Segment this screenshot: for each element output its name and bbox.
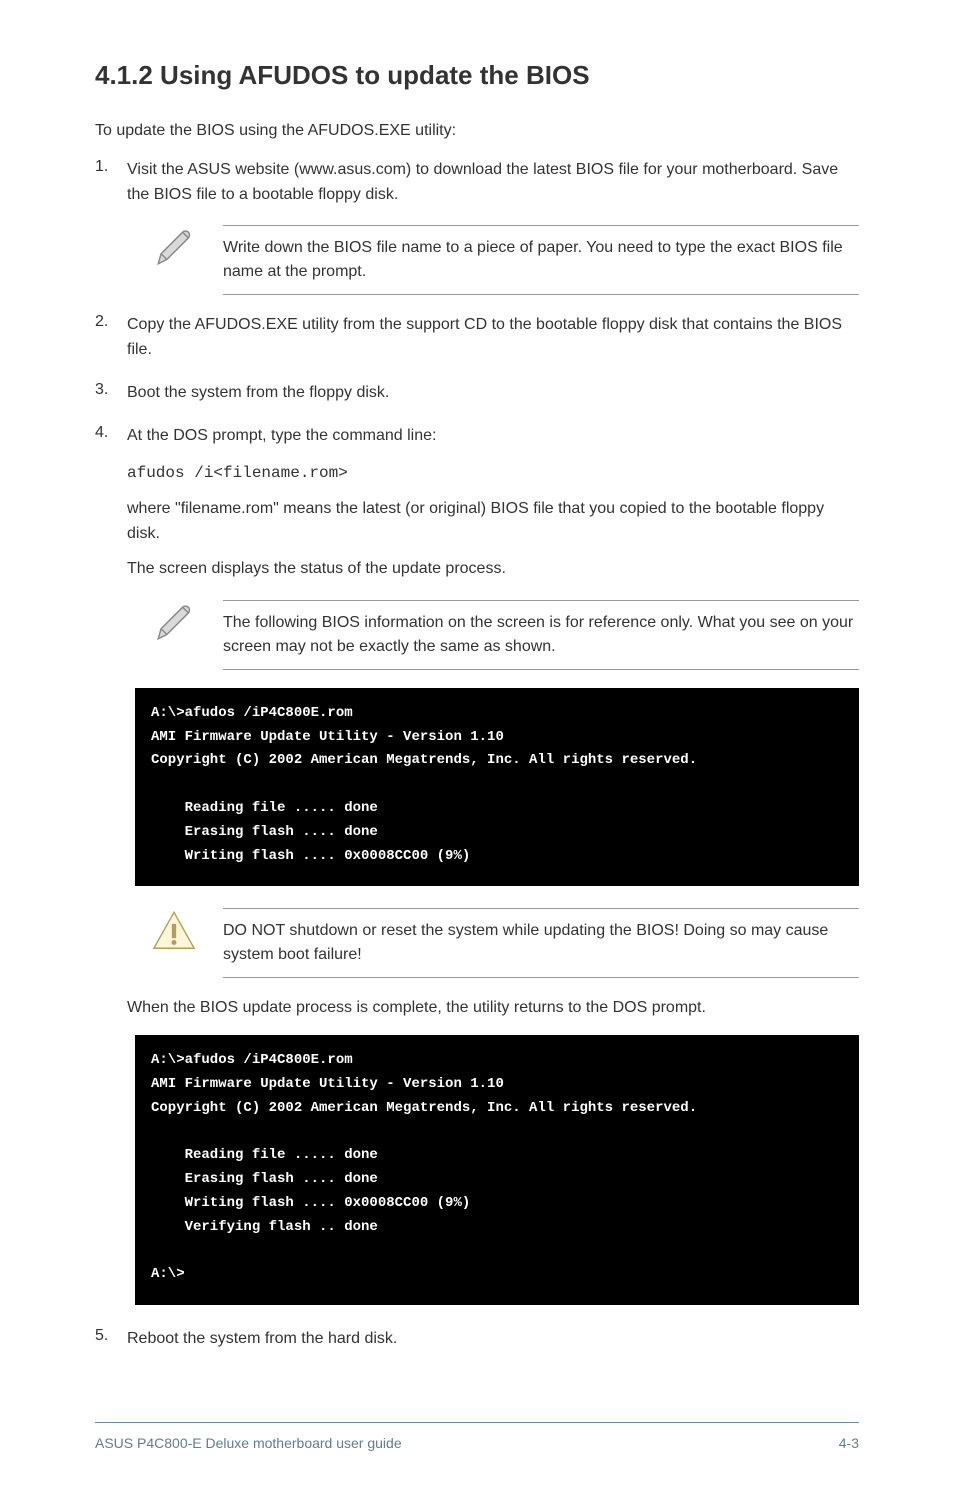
intro-text: To update the BIOS using the AFUDOS.EXE … (95, 119, 859, 144)
step-text: Visit the ASUS website (www.asus.com) to… (127, 158, 859, 208)
terminal-output-1: A:\>afudos /iP4C800E.rom AMI Firmware Up… (135, 688, 859, 887)
command-note: The screen displays the status of the up… (127, 557, 859, 582)
command-explanation: where "filename.rom" means the latest (o… (127, 497, 859, 547)
step-text-inner: At the DOS prompt, type the command line… (127, 427, 436, 444)
step-number: 1. (95, 158, 115, 208)
page-footer: ASUS P4C800-E Deluxe motherboard user gu… (95, 1422, 859, 1451)
step-text: Reboot the system from the hard disk. (127, 1327, 397, 1352)
warning-triangle-icon (151, 908, 197, 954)
footer-right: 4-3 (839, 1435, 859, 1451)
step-5: 5. Reboot the system from the hard disk. (95, 1327, 859, 1352)
step-number: 3. (95, 381, 115, 406)
step-1: 1. Visit the ASUS website (www.asus.com)… (95, 158, 859, 208)
step-4: 4. At the DOS prompt, type the command l… (95, 424, 859, 582)
step-text: Copy the AFUDOS.EXE utility from the sup… (127, 313, 859, 363)
caution-text: DO NOT shutdown or reset the system whil… (223, 908, 859, 978)
terminal-output-2: A:\>afudos /iP4C800E.rom AMI Firmware Up… (135, 1035, 859, 1305)
step-2: 2. Copy the AFUDOS.EXE utility from the … (95, 313, 859, 363)
step-3: 3. Boot the system from the floppy disk. (95, 381, 859, 406)
note-callout-2: The following BIOS information on the sc… (151, 600, 859, 670)
step-text: At the DOS prompt, type the command line… (127, 424, 859, 582)
note-text: Write down the BIOS file name to a piece… (223, 225, 859, 295)
note-text: The following BIOS information on the sc… (223, 600, 859, 670)
step-number: 2. (95, 313, 115, 363)
pencil-note-icon (151, 600, 197, 646)
step-number: 5. (95, 1327, 115, 1352)
pencil-note-icon (151, 225, 197, 271)
post-text: When the BIOS update process is complete… (127, 996, 859, 1021)
step-text: Boot the system from the floppy disk. (127, 381, 389, 406)
step-number: 4. (95, 424, 115, 582)
caution-callout: DO NOT shutdown or reset the system whil… (151, 908, 859, 978)
note-callout-1: Write down the BIOS file name to a piece… (151, 225, 859, 295)
footer-left: ASUS P4C800-E Deluxe motherboard user gu… (95, 1435, 402, 1451)
page-title: 4.1.2 Using AFUDOS to update the BIOS (95, 60, 859, 91)
command-line: afudos /i<filename.rom> (127, 461, 859, 486)
